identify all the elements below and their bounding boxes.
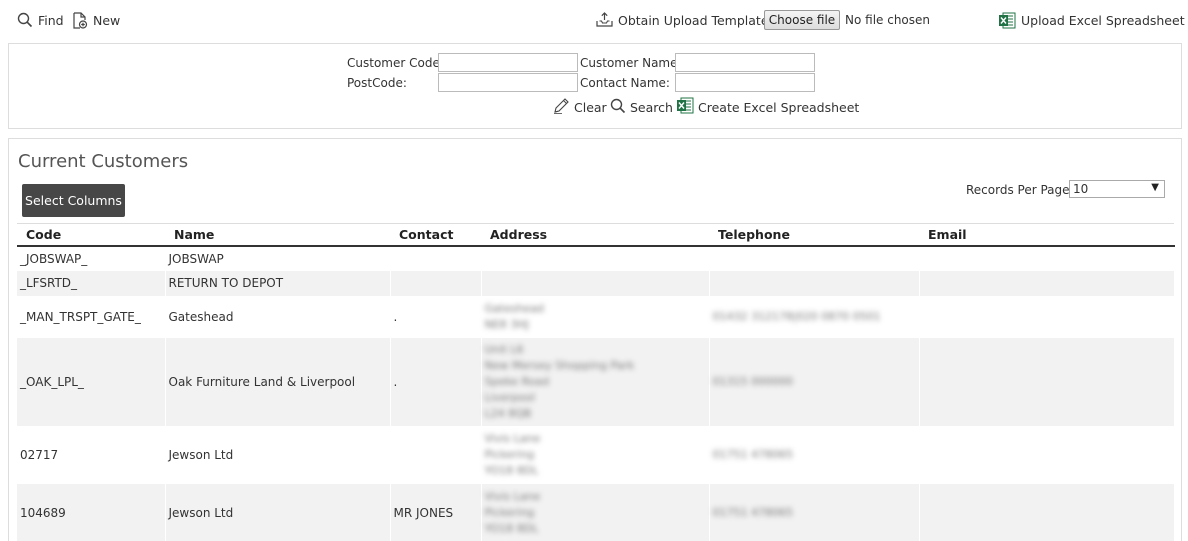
table-row[interactable]: 104689 Jewson Ltd MR JONES Vivis Lane Picke…: [17, 483, 1175, 541]
search-icon: [17, 12, 33, 28]
dropdown-caret-icon: ▼: [1151, 182, 1159, 193]
contact-name-label: Contact Name:: [580, 76, 670, 90]
records-per-page-value: 10: [1073, 182, 1089, 196]
cell-address: [481, 245, 710, 271]
cell-telephone: 01432 312178|020 0870 0501: [709, 295, 920, 338]
search-button[interactable]: Search: [610, 98, 673, 117]
cell-email: [919, 270, 1175, 296]
cell-contact: .: [390, 337, 482, 426]
address-text: Unit L6 New Mersey Shopping Park Speke R…: [484, 342, 635, 420]
find-button[interactable]: Find: [17, 11, 64, 29]
cell-telephone: 01751 478065: [709, 425, 920, 484]
obtain-template-link[interactable]: Obtain Upload Template: [596, 11, 769, 29]
address-text: Vivis Lane Pickering YO18 8DL: [484, 431, 541, 477]
table-row[interactable]: _MAN_TRSPT_GATE_ Gateshead. Gateshead NE8 …: [17, 295, 1175, 338]
telephone-text: 01751 478065: [712, 447, 793, 461]
cell-email: [919, 295, 1175, 338]
clear-label: Clear: [574, 100, 607, 115]
new-button[interactable]: New: [72, 11, 120, 29]
cell-code: 02717: [17, 425, 166, 484]
customer-code-label: Customer Code:: [347, 56, 444, 70]
cell-code: _OAK_LPL_: [17, 337, 166, 426]
customer-code-input[interactable]: [438, 53, 578, 72]
postcode-label: PostCode:: [347, 76, 407, 90]
cell-name: Jewson Ltd: [165, 425, 391, 484]
cell-email: [919, 245, 1175, 271]
no-file-chosen-text: No file chosen: [845, 13, 931, 27]
table-header-row: Code Name Contact Address Telephone Emai…: [17, 223, 1174, 247]
cell-name: Gateshead: [165, 295, 391, 338]
cell-email: [919, 337, 1175, 426]
upload-excel-button[interactable]: Upload Excel Spreadsheet: [998, 11, 1185, 29]
telephone-text: 01315 000000: [712, 374, 793, 388]
create-excel-button[interactable]: Create Excel Spreadsheet: [676, 97, 859, 117]
table-row[interactable]: _LFSRTD_ RETURN TO DEPOT: [17, 270, 1175, 296]
table-row[interactable]: _JOBSWAP_ JOBSWAP: [17, 245, 1175, 271]
column-header-address[interactable]: Address: [481, 223, 709, 247]
excel-icon: [676, 97, 694, 117]
cell-address: Vivis Lane Pickering YO18 8DL: [481, 425, 710, 484]
cell-name: RETURN TO DEPOT: [165, 270, 391, 296]
cell-email: [919, 425, 1175, 484]
address-text: Gateshead NE8 3HJ: [484, 301, 545, 331]
cell-contact: [390, 270, 482, 296]
column-header-email[interactable]: Email: [919, 223, 1174, 247]
cell-contact: .: [390, 295, 482, 338]
customer-name-label: Customer Name:: [580, 56, 682, 70]
postcode-input[interactable]: [438, 73, 578, 92]
table-row[interactable]: 02717 Jewson Ltd Vivis Lane Pickering YO18…: [17, 425, 1175, 484]
telephone-text: 01432 312178|020 0870 0501: [712, 309, 881, 323]
cell-code: _MAN_TRSPT_GATE_: [17, 295, 166, 338]
address-text: Vivis Lane Pickering YO18 8DL: [484, 489, 541, 535]
contact-name-input[interactable]: [675, 73, 815, 92]
find-label: Find: [38, 12, 64, 28]
filter-panel: Customer Code: Customer Name: PostCode: …: [8, 43, 1182, 129]
download-tray-icon: [596, 12, 613, 28]
cell-code: _JOBSWAP_: [17, 245, 166, 271]
panel-title: Current Customers: [18, 151, 189, 172]
pencil-icon: [553, 98, 570, 117]
cell-telephone: 01751 478065: [709, 483, 920, 541]
excel-icon: [998, 12, 1016, 29]
column-header-contact[interactable]: Contact: [390, 223, 481, 247]
top-toolbar: Find New Obtain Upload Template Choose f…: [0, 0, 1188, 40]
customers-panel: Current Customers Select Columns Records…: [8, 138, 1182, 541]
create-excel-label: Create Excel Spreadsheet: [698, 99, 860, 115]
upload-excel-label: Upload Excel Spreadsheet: [1021, 12, 1185, 28]
column-header-name[interactable]: Name: [165, 223, 390, 247]
cell-name: JOBSWAP: [165, 245, 391, 271]
cell-code: _LFSRTD_: [17, 270, 166, 296]
obtain-template-label: Obtain Upload Template: [618, 12, 769, 28]
choose-file-button[interactable]: Choose file: [764, 10, 840, 30]
search-icon: [610, 98, 626, 117]
cell-telephone: [709, 270, 920, 296]
search-label: Search: [630, 100, 673, 115]
customer-name-input[interactable]: [675, 53, 815, 72]
cell-email: [919, 483, 1175, 541]
cell-contact: MR JONES: [390, 483, 482, 541]
new-label: New: [93, 12, 121, 28]
column-header-code[interactable]: Code: [17, 223, 165, 247]
cell-telephone: [709, 245, 920, 271]
cell-contact: [390, 245, 482, 271]
clear-button[interactable]: Clear: [553, 98, 607, 117]
cell-address: Vivis Lane Pickering YO18 8DL: [481, 483, 710, 541]
customers-table-body: _JOBSWAP_ JOBSWAP _LFSRTD_ RETURN TO DEPOT _…: [17, 245, 1175, 541]
cell-address: [481, 270, 710, 296]
cell-name: Jewson Ltd: [165, 483, 391, 541]
customers-table: Code Name Contact Address Telephone Emai…: [17, 223, 1175, 541]
cell-code: 104689: [17, 483, 166, 541]
cell-name: Oak Furniture Land & Liverpool: [165, 337, 391, 426]
cell-address: Gateshead NE8 3HJ: [481, 295, 710, 338]
telephone-text: 01751 478065: [712, 505, 793, 519]
cell-contact: [390, 425, 482, 484]
records-per-page-label: Records Per Page:: [966, 183, 1074, 197]
table-row[interactable]: _OAK_LPL_ Oak Furniture Land & Liverpool.…: [17, 337, 1175, 426]
records-per-page-select[interactable]: 10 ▼: [1069, 180, 1165, 198]
cell-telephone: 01315 000000: [709, 337, 920, 426]
cell-address: Unit L6 New Mersey Shopping Park Speke R…: [481, 337, 710, 426]
new-document-icon: [72, 11, 88, 29]
select-columns-button[interactable]: Select Columns: [22, 184, 125, 217]
column-header-telephone[interactable]: Telephone: [709, 223, 919, 247]
